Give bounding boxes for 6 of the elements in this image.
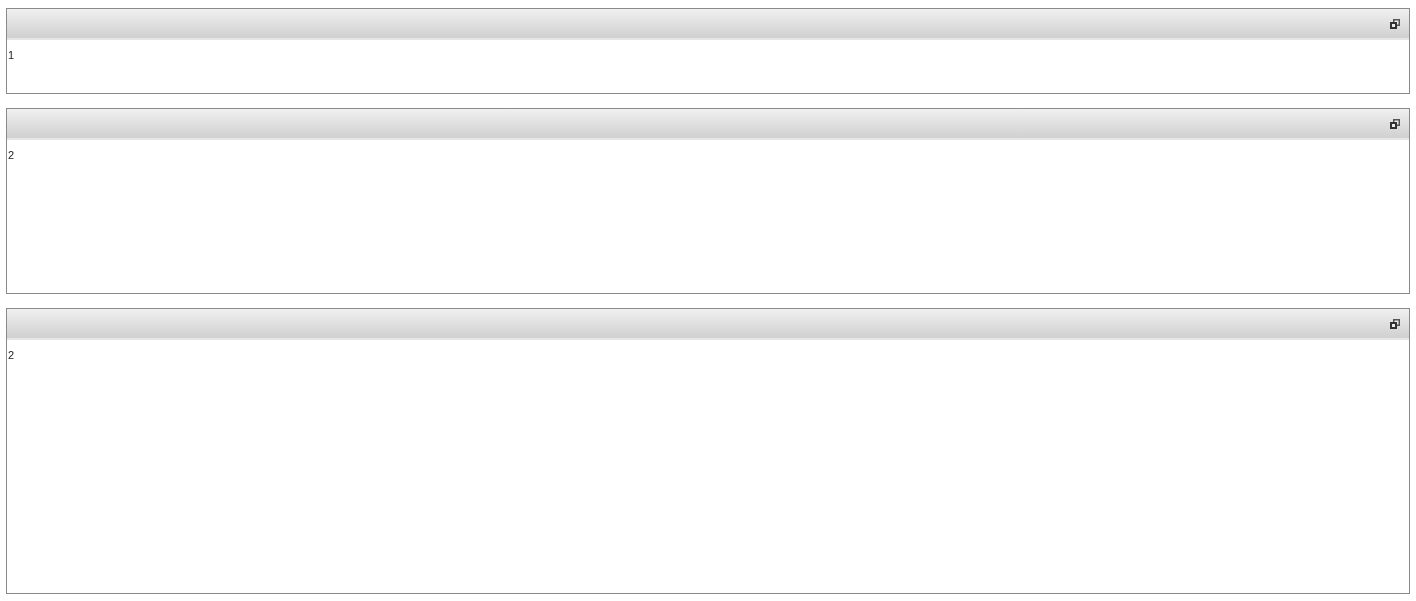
panel-content: 1 bbox=[8, 49, 15, 61]
restore-icon[interactable] bbox=[1390, 318, 1400, 329]
panel-content: 2 bbox=[8, 149, 15, 161]
panel-content: 2 bbox=[8, 349, 15, 361]
restore-icon[interactable] bbox=[1390, 18, 1400, 29]
restore-icon[interactable] bbox=[1390, 118, 1400, 129]
